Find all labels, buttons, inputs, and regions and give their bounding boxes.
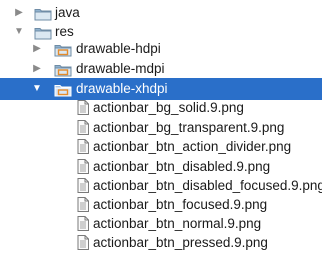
image-file-icon [76,235,94,250]
resource-folder-glyph [54,65,72,77]
file-glyph [77,178,89,193]
tree-node-label: drawable-hdpi [76,41,161,56]
image-file-icon [76,197,94,212]
file-glyph [77,139,89,154]
file-glyph [77,197,89,212]
file-label: actionbar_btn_pressed.9.png [93,235,268,250]
folder-glyph [34,9,52,21]
tree-file-item[interactable]: actionbar_btn_action_divider.png [0,136,322,158]
file-glyph [77,100,89,115]
tree-node-drawable-hdpi[interactable]: ▶ drawable-hdpi [0,38,322,60]
resource-folder-icon [54,42,72,57]
image-file-icon [76,159,94,174]
tree-file-item[interactable]: actionbar_btn_pressed.9.png [0,232,322,254]
resource-folder-glyph [54,85,72,97]
image-file-icon [76,120,94,135]
image-file-icon [76,100,94,115]
project-tree: ▶ java ▼ res ▶ drawable-hdpi ▶ drawable-… [0,0,322,250]
folder-icon [34,6,52,21]
file-glyph [77,235,89,250]
resource-folder-icon [54,62,72,77]
file-label: actionbar_bg_solid.9.png [93,100,244,115]
folder-icon [34,25,52,40]
resource-folder-glyph [54,45,72,57]
image-file-icon [76,139,94,154]
tree-file-item[interactable]: actionbar_bg_solid.9.png [0,97,322,119]
tree-node-label: drawable-mdpi [76,61,165,76]
file-glyph [77,216,89,231]
image-file-icon [76,178,94,193]
image-file-icon [76,216,94,231]
chevron-right-icon[interactable]: ▶ [32,58,42,80]
file-label: actionbar_btn_action_divider.png [93,139,292,154]
file-glyph [77,159,89,174]
resource-folder-icon [54,82,72,97]
file-glyph [77,120,89,135]
tree-node-drawable-mdpi[interactable]: ▶ drawable-mdpi [0,58,322,80]
chevron-right-icon[interactable]: ▶ [32,38,42,60]
